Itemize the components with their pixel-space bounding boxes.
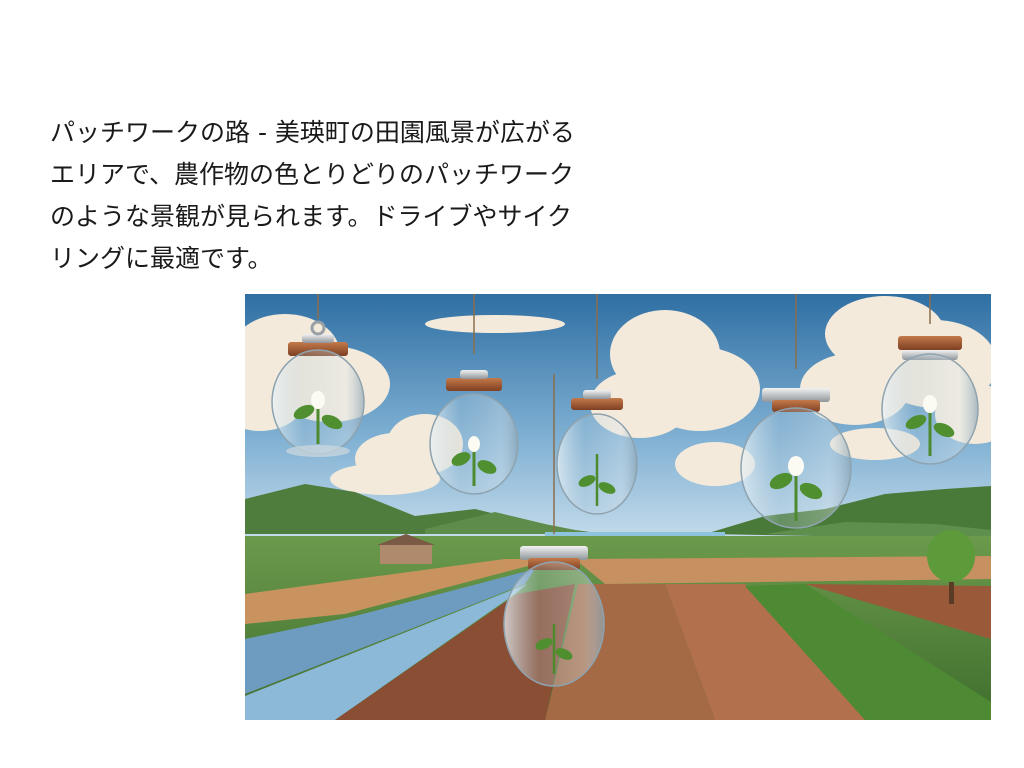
body-text: パッチワークの路 - 美瑛町の田園風景が広がるエリアで、農作物の色とりどりのパッ… [50,118,575,273]
slide: パッチワークの路 - 美瑛町の田園風景が広がるエリアで、農作物の色とりどりのパッ… [0,0,1024,768]
illustration-svg [245,294,991,720]
farmland-jars-illustration [245,294,991,720]
